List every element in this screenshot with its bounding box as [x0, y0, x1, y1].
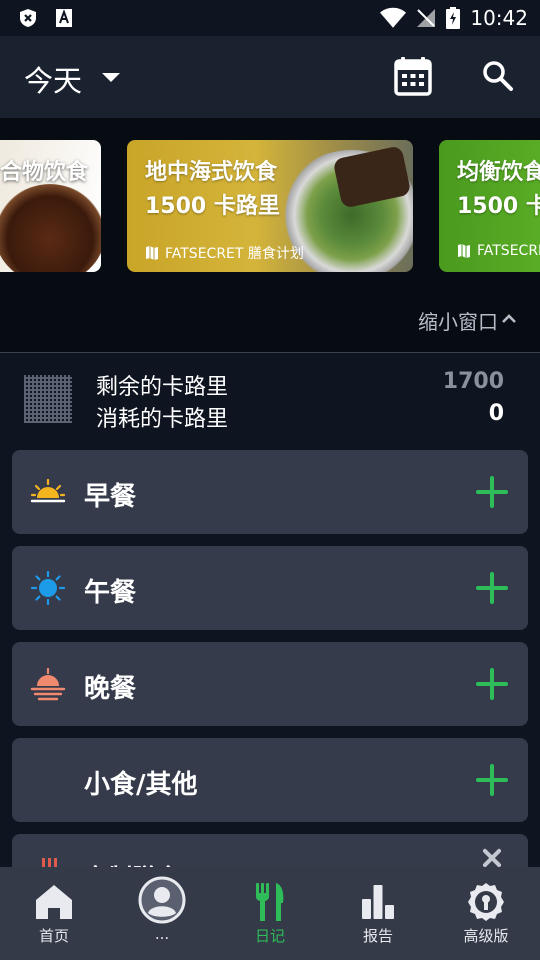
meal-label: 小食/其他 [84, 770, 198, 800]
sunrise-icon [30, 478, 66, 503]
sunset-icon [30, 667, 66, 701]
card-title: 均衡饮食 [457, 160, 540, 185]
chevron-up-icon [502, 314, 516, 323]
meal-label: 晚餐 [84, 674, 137, 704]
search-icon[interactable] [480, 58, 516, 94]
meal-label: 午餐 [84, 578, 137, 608]
calendar-icon[interactable] [394, 56, 432, 96]
no-signal-icon [417, 9, 436, 27]
nav-label: 高级版 [463, 927, 509, 945]
card-title: 合物饮食 [0, 160, 89, 185]
bottom-navigation: 首页 ... 日记 报告 高级版 [0, 867, 540, 960]
steak-image [0, 184, 101, 272]
date-selector-title[interactable]: 今天 [24, 58, 82, 100]
meal-plan-card[interactable]: 均衡饮食 1500 卡 FATSECRE [439, 140, 540, 272]
card-tag-label: FATSECRE [477, 243, 540, 259]
fork-knife-icon [256, 883, 284, 921]
premium-icon [468, 883, 504, 921]
sun-icon [30, 570, 66, 606]
add-food-button[interactable] [476, 764, 508, 796]
burned-calories-value: 0 [488, 401, 504, 426]
burned-calories-label: 消耗的卡路里 [96, 407, 229, 432]
close-icon[interactable] [482, 848, 502, 868]
profile-icon [138, 876, 186, 924]
grid-icon [24, 375, 72, 423]
card-title: 地中海式饮食 [145, 160, 278, 185]
add-food-button[interactable] [476, 476, 508, 508]
status-bar: 10:42 [0, 0, 540, 36]
meal-plan-card[interactable]: 合物饮食 [0, 140, 101, 272]
collapse-label: 缩小窗口 [418, 310, 498, 334]
card-tag-label: FATSECRET 膳食计划 [165, 246, 304, 262]
nav-label: 日记 [254, 927, 285, 945]
map-icon [146, 246, 158, 260]
calorie-summary: 剩余的卡路里 1700 消耗的卡路里 0 [0, 353, 540, 445]
meal-row-breakfast[interactable]: 早餐 [12, 450, 528, 534]
chevron-down-icon[interactable] [102, 73, 120, 82]
home-icon [36, 885, 72, 919]
battery-charging-icon [446, 7, 461, 29]
nav-label: 首页 [38, 927, 69, 945]
nav-premium[interactable]: 高级版 [432, 867, 540, 960]
nav-label: 报告 [362, 927, 393, 945]
meal-row-snacks[interactable]: 小食/其他 [12, 738, 528, 822]
nav-diary[interactable]: 日记 [216, 867, 324, 960]
meal-row-lunch[interactable]: 午餐 [12, 546, 528, 630]
bar-chart-icon [362, 885, 394, 919]
card-calories: 1500 卡 [457, 194, 540, 219]
meal-plan-card[interactable]: 地中海式饮食 1500 卡路里 FATSECRET 膳食计划 [127, 140, 413, 272]
nav-home[interactable]: 首页 [0, 867, 108, 960]
font-a-icon [56, 9, 72, 27]
meal-label: 早餐 [84, 482, 137, 512]
card-calories: 1500 卡路里 [145, 194, 280, 219]
nav-reports[interactable]: 报告 [324, 867, 432, 960]
card-tag: FATSECRE [457, 243, 540, 259]
meal-row-dinner[interactable]: 晚餐 [12, 642, 528, 726]
map-icon [458, 244, 470, 258]
wifi-icon [380, 7, 407, 28]
collapse-toggle[interactable]: 缩小窗口 [0, 290, 540, 352]
moon-icon [40, 768, 54, 793]
card-tag: FATSECRET 膳食计划 [145, 243, 304, 263]
add-food-button[interactable] [476, 668, 508, 700]
remaining-calories-label: 剩余的卡路里 [96, 375, 229, 400]
meal-plan-carousel[interactable]: 合物饮食 地中海式饮食 1500 卡路里 FATSECRET 膳食计划 均衡饮食… [0, 118, 540, 290]
nav-profile[interactable]: ... [108, 867, 216, 960]
remaining-calories-value: 1700 [442, 369, 504, 394]
app-bar: 今天 [0, 36, 540, 118]
nav-label: ... [154, 925, 170, 943]
shield-x-icon [20, 9, 36, 27]
add-food-button[interactable] [476, 572, 508, 604]
clock: 10:42 [470, 6, 528, 30]
